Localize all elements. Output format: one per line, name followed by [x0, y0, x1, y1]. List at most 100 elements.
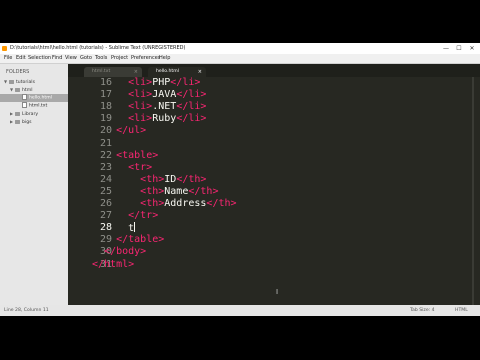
- html-tag-token: </li>: [170, 77, 201, 88]
- sublime-app-icon: [2, 46, 7, 51]
- status-position: Line 28, Column 11: [4, 308, 49, 313]
- file-icon: [22, 102, 27, 108]
- code-line: <li>Ruby</li>: [92, 113, 206, 124]
- status-bar: Line 28, Column 11 Tab Size: 4 HTML: [0, 305, 480, 316]
- code-editor[interactable]: 16 17 18 19 20 21 22 23 24 25 26 27 28 29 30 31 <li>PHP…: [68, 77, 480, 305]
- tab-bar: html.txt × hello.html ×: [68, 64, 480, 77]
- folder-library[interactable]: ▶ Library: [10, 110, 68, 118]
- menu-bar: File Edit Selection Find View Goto Tools…: [0, 54, 480, 64]
- folder-html[interactable]: ▼ html: [10, 86, 68, 94]
- file-hello-html[interactable]: hello.html: [0, 94, 68, 102]
- code-line: <th>Address</th>: [92, 198, 237, 209]
- html-tag-token: </tr>: [128, 210, 159, 222]
- folder-label: bigs: [22, 120, 32, 125]
- close-icon[interactable]: ×: [134, 67, 138, 77]
- html-tag-token: </li>: [176, 101, 207, 113]
- text-token: Ruby: [152, 113, 177, 125]
- menu-preferences[interactable]: Preferences: [131, 54, 160, 63]
- code-line: t: [92, 222, 136, 234]
- text-token: .NET: [152, 101, 177, 113]
- close-icon[interactable]: ×: [198, 67, 202, 77]
- menu-selection[interactable]: Selection: [28, 54, 51, 63]
- html-tag-token: </th>: [188, 185, 219, 197]
- text-token: ID: [164, 173, 177, 185]
- sidebar-title: FOLDERS: [6, 69, 30, 75]
- html-tag-token: <table>: [116, 149, 159, 161]
- menu-file[interactable]: File: [4, 54, 12, 63]
- menu-view[interactable]: View: [65, 54, 77, 63]
- menu-project[interactable]: Project: [111, 54, 128, 63]
- html-tag-token: </html>: [92, 258, 135, 270]
- text-token: JAVA: [152, 89, 177, 101]
- minimize-button[interactable]: —: [440, 43, 452, 54]
- folder-bigs[interactable]: ▶ bigs: [10, 118, 68, 126]
- menu-help[interactable]: Help: [159, 54, 170, 63]
- folder-tutorials[interactable]: ▼ tutorials: [4, 78, 68, 86]
- code-line: <th>ID</th>: [92, 174, 206, 185]
- title-bar: D:\tutorials\html\hello.html (tutorials)…: [0, 43, 480, 54]
- file-icon: [22, 94, 27, 100]
- scrollbar[interactable]: [472, 77, 474, 305]
- code-line: </body>: [92, 246, 146, 257]
- folder-icon: [15, 111, 20, 116]
- window-title: D:\tutorials\html\hello.html (tutorials)…: [10, 45, 186, 51]
- text-token: Address: [164, 198, 207, 209]
- close-button[interactable]: ✕: [466, 43, 478, 54]
- html-tag-token: </table>: [116, 234, 165, 246]
- html-tag-token: </th>: [206, 198, 237, 209]
- line-number: 21: [99, 137, 112, 149]
- menu-find[interactable]: Find: [52, 54, 62, 63]
- folder-label: tutorials: [16, 80, 35, 85]
- code-line: <li>PHP</li>: [92, 77, 200, 88]
- mouse-ibeam-cursor: I: [276, 288, 279, 296]
- sidebar: FOLDERS ▼ tutorials ▼ html hello.html html…: [0, 64, 68, 305]
- code-line: <li>.NET</li>: [92, 101, 206, 112]
- folder-icon: [15, 119, 20, 124]
- file-label: hello.html: [29, 95, 52, 101]
- html-tag-token: <th>: [140, 173, 165, 185]
- folder-icon: [15, 87, 20, 92]
- code-line: </tr>: [92, 210, 158, 221]
- status-tab-size[interactable]: Tab Size: 4: [410, 305, 435, 316]
- html-tag-token: <li>: [128, 89, 153, 101]
- tab-label: hello.html: [156, 69, 179, 74]
- html-tag-token: <th>: [140, 198, 165, 209]
- html-tag-token: </th>: [176, 173, 207, 185]
- menu-goto[interactable]: Goto: [80, 54, 92, 63]
- menu-tools[interactable]: Tools: [95, 54, 107, 63]
- status-syntax[interactable]: HTML: [455, 305, 468, 316]
- tab-label: html.txt: [92, 69, 111, 74]
- file-html-txt[interactable]: html.txt: [22, 102, 68, 110]
- text-caret: [134, 222, 136, 233]
- menu-edit[interactable]: Edit: [16, 54, 26, 63]
- tab-hello-html[interactable]: hello.html ×: [148, 67, 206, 77]
- text-token: PHP: [152, 77, 171, 88]
- code-line: <li>JAVA</li>: [92, 89, 206, 100]
- code-line: <tr>: [92, 162, 152, 173]
- html-tag-token: </li>: [176, 113, 207, 125]
- html-tag-token: </ul>: [116, 125, 147, 137]
- file-label: html.txt: [29, 103, 48, 109]
- tab-html-txt[interactable]: html.txt ×: [84, 67, 142, 77]
- maximize-button[interactable]: ☐: [453, 43, 465, 54]
- code-line: </html>: [92, 259, 134, 270]
- code-line: </ul>: [92, 125, 146, 136]
- sublime-window: D:\tutorials\html\hello.html (tutorials)…: [0, 43, 480, 316]
- html-tag-token: <th>: [140, 185, 165, 197]
- folder-icon: [9, 79, 14, 84]
- folder-label: Library: [22, 112, 39, 117]
- html-tag-token: <li>: [128, 77, 153, 88]
